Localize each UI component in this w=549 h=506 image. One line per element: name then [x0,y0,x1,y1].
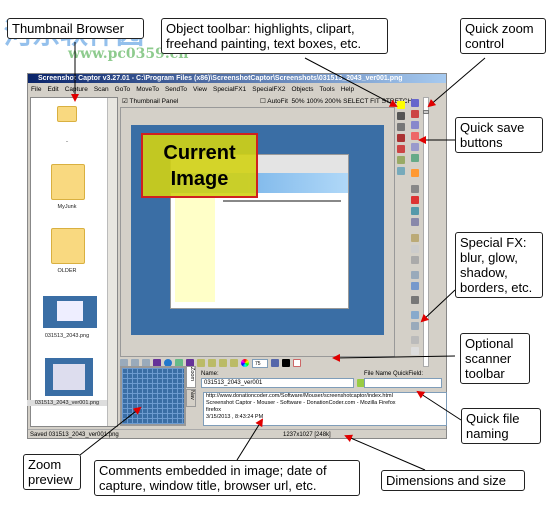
callout-comments: Comments embedded in image; date of capt… [94,460,360,496]
callout-scanner: Optional scanner toolbar [460,333,530,384]
arrow-file-naming [416,390,462,421]
arrow-zoom-preview [79,406,142,456]
callout-dimensions: Dimensions and size [381,470,525,491]
callout-file-naming: Quick file naming [461,408,541,444]
callout-zoom-preview: Zoom preview [23,454,81,490]
callout-quick-save: Quick save buttons [455,117,543,153]
arrow-scanner [332,353,456,362]
callout-special-fx: Special FX: blur, glow, shadow, borders,… [455,232,543,298]
callout-object-toolbar: Object toolbar: highlights, clipart, fre… [161,18,388,54]
arrow-quick-zoom [427,57,486,108]
arrow-special-fx [420,289,456,323]
arrow-comments [236,418,264,461]
callout-quick-zoom: Quick zoom control [460,18,546,54]
arrow-object-toolbar [304,57,398,107]
callout-thumbnail-browser: Thumbnail Browser [7,18,144,39]
